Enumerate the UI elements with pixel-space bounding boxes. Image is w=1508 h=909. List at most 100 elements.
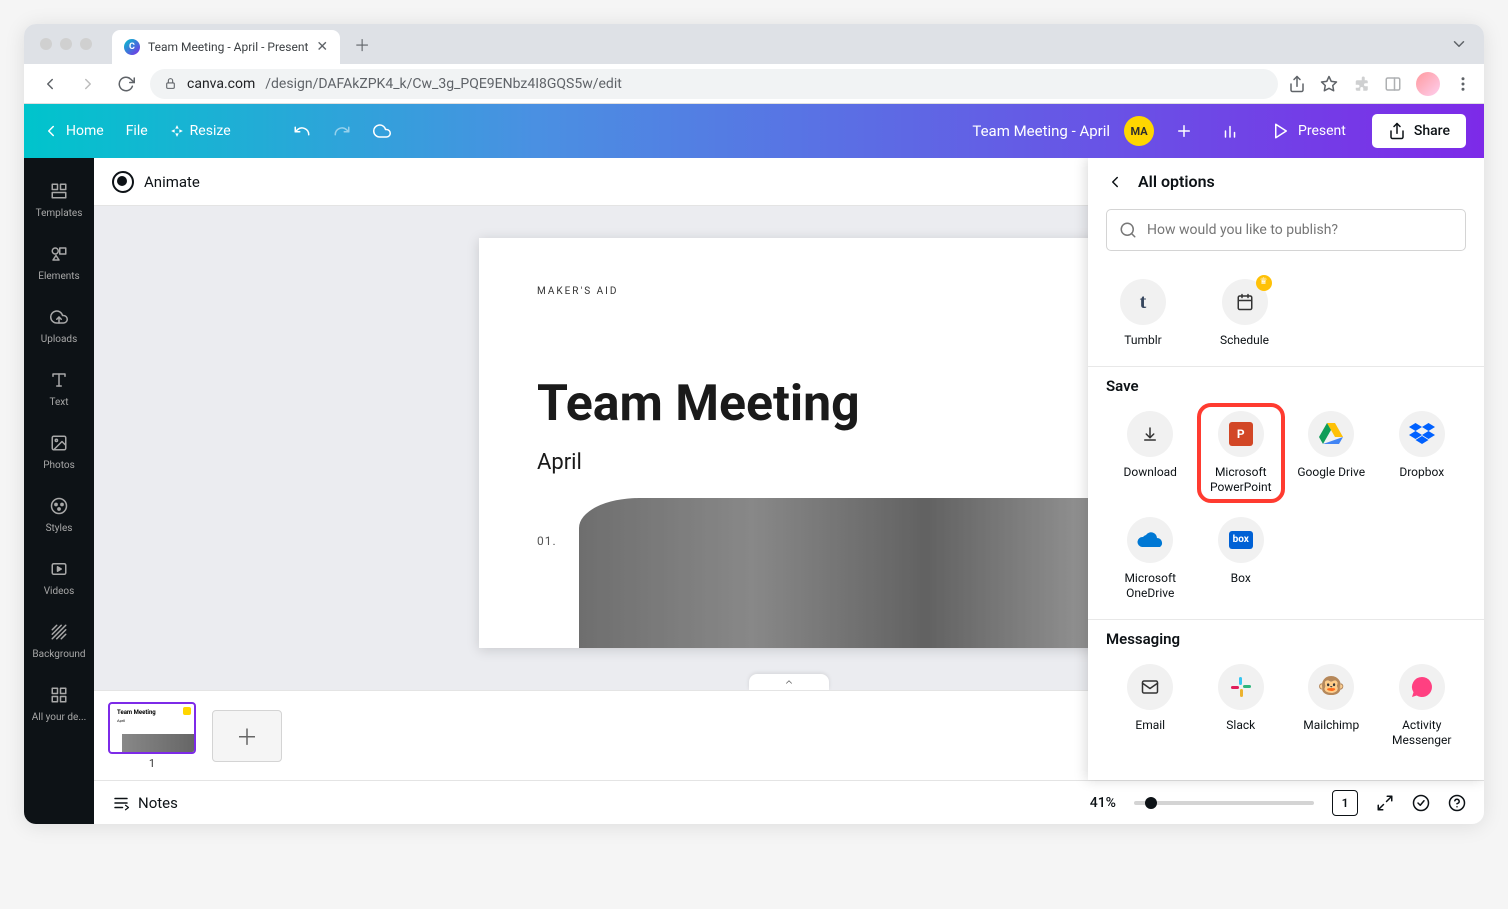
- browser-tab[interactable]: C Team Meeting - April - Present ✕: [112, 30, 340, 64]
- fullscreen-icon[interactable]: [1376, 794, 1394, 812]
- share-option-email[interactable]: Email: [1106, 656, 1195, 756]
- option-label: Dropbox: [1399, 465, 1444, 480]
- slide-image: [579, 498, 1099, 648]
- share-button[interactable]: Share: [1372, 114, 1466, 148]
- back-button[interactable]: [36, 75, 64, 93]
- file-label: File: [126, 123, 148, 139]
- back-icon[interactable]: [1106, 173, 1124, 191]
- sidebar-item-uploads[interactable]: Uploads: [24, 294, 94, 357]
- user-avatar[interactable]: MA: [1124, 116, 1154, 146]
- download-icon: [1127, 411, 1173, 457]
- share-option-google-drive[interactable]: Google Drive: [1287, 403, 1376, 503]
- close-window-icon[interactable]: [40, 38, 52, 50]
- zoom-slider[interactable]: [1134, 801, 1314, 805]
- close-tab-icon[interactable]: ✕: [316, 39, 328, 55]
- option-label: Schedule: [1220, 333, 1269, 348]
- bookmark-icon[interactable]: [1320, 75, 1338, 93]
- sidebar-label: All your de...: [32, 712, 86, 723]
- sidebar-item-styles[interactable]: Styles: [24, 483, 94, 546]
- save-section-title: Save: [1106, 377, 1466, 395]
- page-counter[interactable]: 1: [1332, 790, 1358, 816]
- share-option-activity-messenger[interactable]: Activity Messenger: [1378, 656, 1467, 756]
- share-panel-header: All options: [1088, 158, 1484, 205]
- file-menu[interactable]: File: [126, 123, 148, 139]
- sidebar-label: Templates: [36, 208, 83, 219]
- messaging-section-title: Messaging: [1106, 630, 1466, 648]
- sidebar-item-videos[interactable]: Videos: [24, 546, 94, 609]
- side-rail: Templates Elements Uploads Text Photos S…: [24, 158, 94, 824]
- extensions-icon[interactable]: [1352, 75, 1370, 93]
- url-path: /design/DAFAkZPK4_k/Cw_3g_PQE9ENbz4I8GQS…: [265, 76, 622, 92]
- sidebar-item-background[interactable]: Background: [24, 609, 94, 672]
- share-page-icon[interactable]: [1288, 75, 1306, 93]
- email-icon: [1127, 664, 1173, 710]
- notes-button[interactable]: Notes: [112, 794, 178, 812]
- maximize-window-icon[interactable]: [80, 38, 92, 50]
- present-button[interactable]: Present: [1260, 116, 1358, 146]
- share-label: Share: [1414, 123, 1450, 139]
- option-label: Mailchimp: [1303, 718, 1359, 733]
- slide[interactable]: MAKER'S AID Team Meeting April 01.: [479, 238, 1099, 648]
- share-option-powerpoint[interactable]: P Microsoft PowerPoint: [1197, 403, 1286, 503]
- share-option-dropbox[interactable]: Dropbox: [1378, 403, 1467, 503]
- add-slide-button[interactable]: ＋: [212, 710, 282, 762]
- share-option-download[interactable]: Download: [1106, 403, 1195, 503]
- sidebar-item-photos[interactable]: Photos: [24, 420, 94, 483]
- activity-messenger-icon: [1399, 664, 1445, 710]
- forward-button[interactable]: [74, 75, 102, 93]
- document-title[interactable]: Team Meeting - April: [972, 122, 1110, 140]
- animate-icon: [112, 171, 134, 193]
- url-input[interactable]: canva.com/design/DAFAkZPK4_k/Cw_3g_PQE9E…: [150, 69, 1278, 99]
- lock-icon: [164, 77, 177, 90]
- help-icon[interactable]: [1448, 794, 1466, 812]
- redo-button[interactable]: [333, 122, 351, 140]
- share-option-box[interactable]: box Box: [1197, 509, 1286, 609]
- pager-handle[interactable]: [749, 674, 829, 690]
- share-option-tumblr[interactable]: t Tumblr: [1118, 271, 1168, 356]
- app-body: Templates Elements Uploads Text Photos S…: [24, 158, 1484, 824]
- videos-icon: [50, 558, 68, 580]
- dropbox-icon: [1399, 411, 1445, 457]
- option-label: Microsoft OneDrive: [1108, 571, 1193, 601]
- cloud-sync-icon[interactable]: [373, 122, 391, 140]
- analytics-button[interactable]: [1214, 115, 1246, 147]
- check-icon[interactable]: [1412, 794, 1430, 812]
- add-collaborator-button[interactable]: [1168, 115, 1200, 147]
- zoom-value: 41%: [1090, 795, 1116, 811]
- reload-button[interactable]: [112, 75, 140, 93]
- box-icon: box: [1218, 517, 1264, 563]
- share-search-input[interactable]: [1147, 222, 1453, 238]
- new-tab-button[interactable]: ＋: [348, 30, 376, 58]
- share-panel: All options t Tumblr: [1088, 158, 1484, 780]
- home-button[interactable]: Home: [42, 122, 104, 140]
- sidebar-item-templates[interactable]: Templates: [24, 168, 94, 231]
- resize-button[interactable]: Resize: [170, 123, 231, 139]
- browser-window: C Team Meeting - April - Present ✕ ＋ can…: [24, 24, 1484, 824]
- browser-menu-icon[interactable]: [1454, 75, 1472, 93]
- sidebar-label: Uploads: [41, 334, 77, 345]
- share-option-slack[interactable]: Slack: [1197, 656, 1286, 756]
- share-option-mailchimp[interactable]: 🐵 Mailchimp: [1287, 656, 1376, 756]
- browser-tab-bar: C Team Meeting - April - Present ✕ ＋: [24, 24, 1484, 64]
- option-label: Box: [1231, 571, 1251, 586]
- sidepanel-icon[interactable]: [1384, 75, 1402, 93]
- sidebar-item-text[interactable]: Text: [24, 357, 94, 420]
- thumbnail-1[interactable]: Team Meeting April 1: [108, 702, 196, 770]
- slack-icon: [1218, 664, 1264, 710]
- minimize-window-icon[interactable]: [60, 38, 72, 50]
- option-label: Email: [1135, 718, 1165, 733]
- share-option-schedule[interactable]: ♛ Schedule: [1218, 271, 1271, 356]
- resize-label: Resize: [190, 123, 231, 139]
- sidebar-item-all-designs[interactable]: All your de...: [24, 672, 94, 735]
- profile-avatar[interactable]: [1416, 72, 1440, 96]
- option-label: Activity Messenger: [1380, 718, 1465, 748]
- tabs-dropdown-icon[interactable]: [1444, 29, 1474, 59]
- thumb-number: 1: [149, 757, 155, 770]
- mailchimp-icon: 🐵: [1308, 664, 1354, 710]
- share-search[interactable]: [1106, 209, 1466, 251]
- animate-button[interactable]: Animate: [144, 173, 200, 191]
- undo-button[interactable]: [293, 122, 311, 140]
- share-option-onedrive[interactable]: Microsoft OneDrive: [1106, 509, 1195, 609]
- sidebar-item-elements[interactable]: Elements: [24, 231, 94, 294]
- sidebar-label: Background: [32, 649, 85, 660]
